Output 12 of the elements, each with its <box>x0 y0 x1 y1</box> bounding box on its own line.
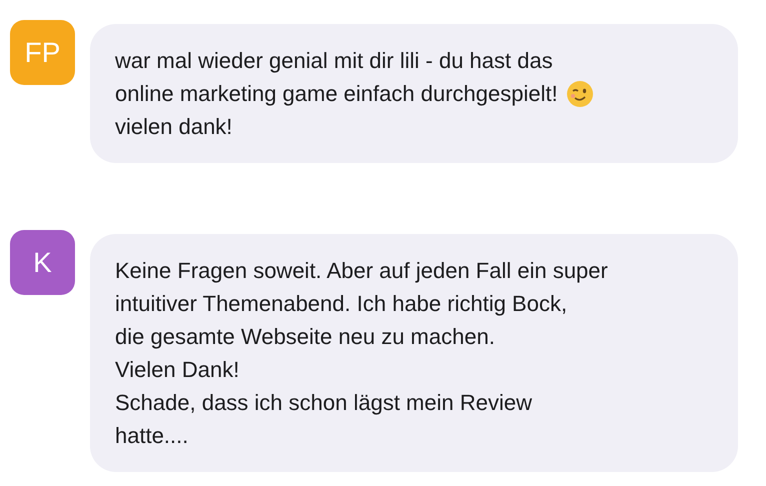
message-text: Schade, dass ich schon lägst mein Review <box>115 389 532 417</box>
message-text: vielen dank! <box>115 113 232 141</box>
message-text: die gesamte Webseite neu zu machen. <box>115 323 495 351</box>
message-text: online marketing game einfach durchgespielt! <box>115 80 558 108</box>
avatar: K <box>10 230 75 295</box>
message-text: Vielen Dank! <box>115 356 240 384</box>
message-text: war mal wieder genial mit dir lili - du hast das <box>115 47 553 75</box>
avatar: FP <box>10 20 75 85</box>
winking-face-icon <box>566 80 594 108</box>
message-text: intuitiver Themenabend. Ich habe richtig Bock, <box>115 290 568 318</box>
message-text: Keine Fragen soweit. Aber auf jeden Fall ein super <box>115 257 608 285</box>
message-text: hatte.... <box>115 422 188 450</box>
